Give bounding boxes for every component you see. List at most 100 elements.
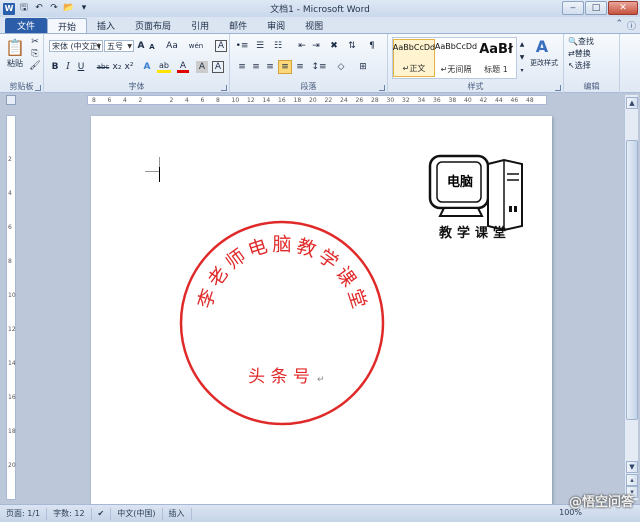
select-button[interactable]: ↖ 选择 [568, 60, 618, 71]
increase-indent-icon[interactable]: ⇥ [310, 40, 322, 52]
ruler-tick: 40 [464, 97, 472, 104]
multilevel-list-icon[interactable]: ☷ [272, 40, 284, 52]
tab-page-layout[interactable]: 页面布局 [125, 18, 181, 33]
redo-icon[interactable]: ↷ [48, 3, 60, 15]
chinese-layout-icon[interactable]: ✖ [328, 40, 340, 52]
font-dialog-launcher[interactable] [221, 85, 227, 91]
paste-icon[interactable]: 📋 [4, 36, 26, 58]
phonetic-guide-button[interactable]: wén [189, 40, 203, 52]
character-shading-button[interactable]: A [196, 61, 208, 73]
paragraph-dialog-launcher[interactable] [379, 85, 385, 91]
borders-icon[interactable]: ⊞ [356, 61, 370, 73]
prev-page-icon[interactable]: ▴ [626, 474, 638, 486]
minimize-button[interactable]: ‒ [562, 1, 584, 15]
change-styles-button[interactable]: 更改样式 [526, 58, 562, 68]
ruler-tick: 30 [386, 97, 395, 104]
replace-button[interactable]: ⇄ 替换 [568, 48, 618, 59]
vertical-scrollbar[interactable]: ▲ ▼ ▴ ▾ [624, 95, 638, 500]
ruler-tick: 18 [8, 428, 16, 435]
text-effects-button[interactable]: A [141, 61, 153, 73]
tab-insert[interactable]: 插入 [87, 18, 125, 33]
save-icon[interactable]: 🖫 [18, 3, 30, 15]
distributed-icon[interactable]: ≡ [294, 61, 306, 73]
font-color-button[interactable]: A [177, 61, 189, 73]
style-heading-1[interactable]: AaBł 标题 1 [477, 39, 515, 77]
vertical-ruler[interactable]: 2 4 6 8 10 12 14 16 18 20 [6, 115, 16, 500]
character-border-button[interactable]: A [212, 61, 224, 73]
styles-dialog-launcher[interactable] [555, 85, 561, 91]
ruler-tick: 8 [92, 97, 96, 104]
shrink-font-button[interactable]: A [147, 41, 157, 53]
strikethrough-button[interactable]: abc [96, 61, 110, 73]
enclose-char-button[interactable]: A [215, 40, 227, 52]
clipboard-dialog-launcher[interactable] [35, 85, 41, 91]
minimize-ribbon-icon[interactable]: ⌃ [615, 19, 623, 32]
styles-scroll-down-icon[interactable]: ▼ [518, 51, 526, 63]
font-size-combo[interactable]: 五号 ▼ [104, 40, 134, 52]
style-no-spacing[interactable]: AaBbCcDd ↵无间隔 [435, 39, 477, 77]
word-count[interactable]: 字数: 12 [47, 507, 92, 520]
bold-button[interactable]: B [50, 61, 60, 73]
copy-icon[interactable]: ⎘ [30, 49, 40, 59]
align-right-icon[interactable]: ≡ [264, 61, 276, 73]
ruler-toggle[interactable] [6, 95, 16, 105]
horizontal-ruler[interactable]: 8 6 4 2 2 4 6 8 10 12 14 16 18 20 22 24 26 28 30 32 34 36 38 40… [87, 95, 547, 105]
tab-view[interactable]: 视图 [295, 18, 333, 33]
ribbon-tab-bar: 文件 开始 插入 页面布局 引用 邮件 审阅 视图 ⌃ ⓘ [0, 17, 640, 33]
style-sample: AaBbCcDd [434, 42, 478, 51]
bullets-icon[interactable]: •≡ [236, 40, 249, 52]
title-bar: W 🖫 ↶ ↷ 📂 ▾ 文档1 - Microsoft Word ‒ □ ✕ [0, 0, 640, 17]
tab-mailings[interactable]: 邮件 [219, 18, 257, 33]
font-name-combo[interactable]: 宋体 (中文正) ▼ [49, 40, 103, 52]
tab-references[interactable]: 引用 [181, 18, 219, 33]
find-button[interactable]: 🔍 查找 [568, 36, 618, 47]
page-count[interactable]: 页面: 1/1 [0, 507, 48, 520]
align-left-icon[interactable]: ≡ [236, 61, 248, 73]
superscript-button[interactable]: x² [124, 61, 134, 73]
format-painter-icon[interactable]: 🖌 [29, 61, 40, 71]
numbering-icon[interactable]: ☰ [254, 40, 266, 52]
change-styles-icon[interactable]: A [532, 36, 552, 56]
tab-review[interactable]: 审阅 [257, 18, 295, 33]
highlight-button[interactable]: ab [157, 61, 171, 73]
scroll-up-icon[interactable]: ▲ [626, 97, 638, 109]
align-center-icon[interactable]: ≡ [250, 61, 262, 73]
ruler-tick: 2 [138, 97, 143, 104]
justify-icon[interactable]: ≡ [278, 60, 292, 74]
shading-icon[interactable]: ◇ [334, 61, 348, 73]
ruler-tick: 20 [309, 97, 317, 104]
cut-icon[interactable]: ✂ [30, 37, 40, 47]
ruler-tick: 18 [293, 97, 302, 104]
styles-more-icon[interactable]: ▾ [518, 64, 526, 76]
sort-icon[interactable]: ⇅ [346, 40, 358, 52]
undo-icon[interactable]: ↶ [33, 3, 45, 15]
show-marks-icon[interactable]: ¶ [366, 40, 378, 52]
document-page[interactable]: 李老师电脑教学课堂 头 条 号 ↵ 电脑 教学课堂 [91, 116, 552, 508]
italic-button[interactable]: I [63, 61, 73, 73]
scrollbar-thumb[interactable] [626, 140, 638, 420]
style-name: 标题 1 [484, 65, 508, 74]
subscript-button[interactable]: x₂ [112, 61, 122, 73]
paste-button[interactable]: 粘贴 [2, 58, 28, 68]
customize-qat-icon[interactable]: ▾ [78, 3, 90, 15]
language-indicator[interactable]: 中文(中国) [111, 507, 163, 520]
grow-font-button[interactable]: A [136, 40, 146, 52]
style-normal[interactable]: AaBbCcDd ↵正文 [393, 39, 435, 77]
close-button[interactable]: ✕ [608, 1, 638, 15]
word-logo-icon[interactable]: W [3, 2, 15, 15]
underline-button[interactable]: U [76, 61, 86, 73]
tab-file[interactable]: 文件 [5, 18, 48, 33]
scroll-down-icon[interactable]: ▼ [626, 461, 638, 473]
maximize-button[interactable]: □ [585, 1, 607, 15]
line-spacing-icon[interactable]: ↕≡ [311, 61, 326, 73]
tab-home[interactable]: 开始 [47, 18, 88, 33]
style-sample: AaBł [479, 42, 513, 57]
change-case-button[interactable]: Aa [164, 40, 180, 52]
styles-scroll-up-icon[interactable]: ▲ [518, 38, 526, 50]
insert-mode[interactable]: 插入 [163, 507, 192, 520]
help-icon[interactable]: ⓘ [627, 19, 636, 32]
proofing-icon[interactable]: ✔ [92, 507, 112, 520]
folder-icon[interactable]: 📂 [63, 3, 75, 15]
decrease-indent-icon[interactable]: ⇤ [296, 40, 308, 52]
ruler-tick: 24 [340, 97, 348, 104]
